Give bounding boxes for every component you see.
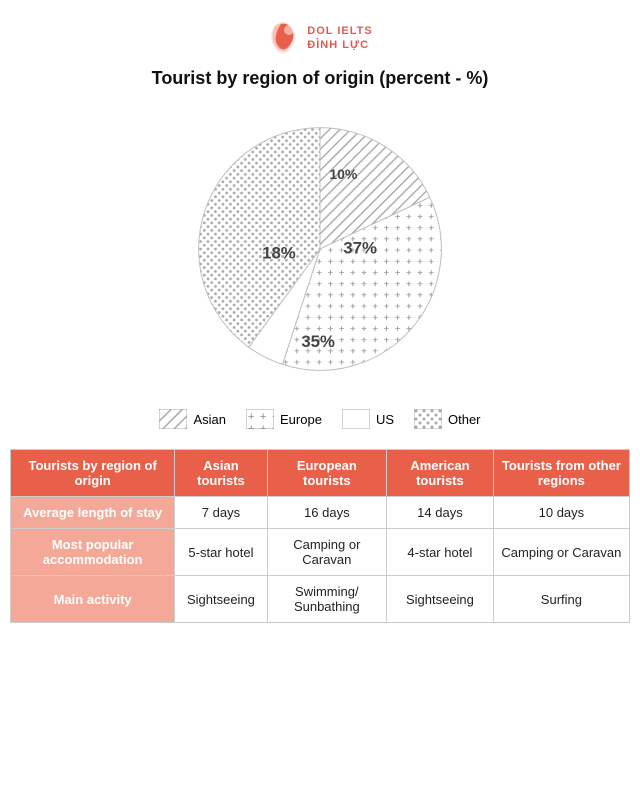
svg-text:10%: 10% [329, 166, 358, 182]
table-row: Main activity Sightseeing Swimming/ Sunb… [11, 576, 630, 623]
cell-european-activity: Swimming/ Sunbathing [267, 576, 386, 623]
legend-label-asian: Asian [193, 412, 226, 427]
chart-title: Tourist by region of origin (percent - %… [152, 68, 489, 89]
cell-european-accommodation: Camping or Caravan [267, 529, 386, 576]
row-label-accommodation: Most popular accommodation [11, 529, 175, 576]
table-header-col1: Asian tourists [175, 450, 267, 497]
legend-box-other [414, 409, 442, 429]
row-label-stay: Average length of stay [11, 497, 175, 529]
table-row: Most popular accommodation 5-star hotel … [11, 529, 630, 576]
table-header-col0: Tourists by region of origin [11, 450, 175, 497]
cell-american-activity: Sightseeing [387, 576, 494, 623]
legend-item-other: Other [414, 409, 481, 429]
legend-box-asian [159, 409, 187, 429]
cell-european-stay: 16 days [267, 497, 386, 529]
legend-label-europe: Europe [280, 412, 322, 427]
data-table: Tourists by region of origin Asian touri… [10, 449, 630, 623]
cell-american-accommodation: 4-star hotel [387, 529, 494, 576]
svg-text:18%: 18% [262, 243, 296, 262]
table-row: Average length of stay 7 days 16 days 14… [11, 497, 630, 529]
cell-other-activity: Surfing [493, 576, 629, 623]
table-header-col4: Tourists from other regions [493, 450, 629, 497]
cell-other-stay: 10 days [493, 497, 629, 529]
legend-item-us: US [342, 409, 394, 429]
svg-text:37%: 37% [343, 239, 377, 258]
cell-american-stay: 14 days [387, 497, 494, 529]
cell-asian-stay: 7 days [175, 497, 267, 529]
table-header-row: Tourists by region of origin Asian touri… [11, 450, 630, 497]
legend-label-us: US [376, 412, 394, 427]
svg-text:35%: 35% [301, 332, 335, 351]
cell-asian-accommodation: 5-star hotel [175, 529, 267, 576]
legend-box-us [342, 409, 370, 429]
legend-label-other: Other [448, 412, 481, 427]
cell-asian-activity: Sightseeing [175, 576, 267, 623]
table-header-col3: American tourists [387, 450, 494, 497]
row-label-activity: Main activity [11, 576, 175, 623]
table-header-col2: European tourists [267, 450, 386, 497]
legend-item-europe: + Europe [246, 409, 322, 429]
legend-box-europe: + [246, 409, 274, 429]
logo: DOL IELTS ĐÌNH LỰC [267, 20, 372, 56]
chart-legend: Asian + Europe US [159, 409, 480, 429]
cell-other-accommodation: Camping or Caravan [493, 529, 629, 576]
logo-icon [267, 20, 299, 56]
legend-item-asian: Asian [159, 409, 226, 429]
logo-text: DOL IELTS ĐÌNH LỰC [307, 24, 372, 53]
pie-chart: + [180, 109, 460, 389]
